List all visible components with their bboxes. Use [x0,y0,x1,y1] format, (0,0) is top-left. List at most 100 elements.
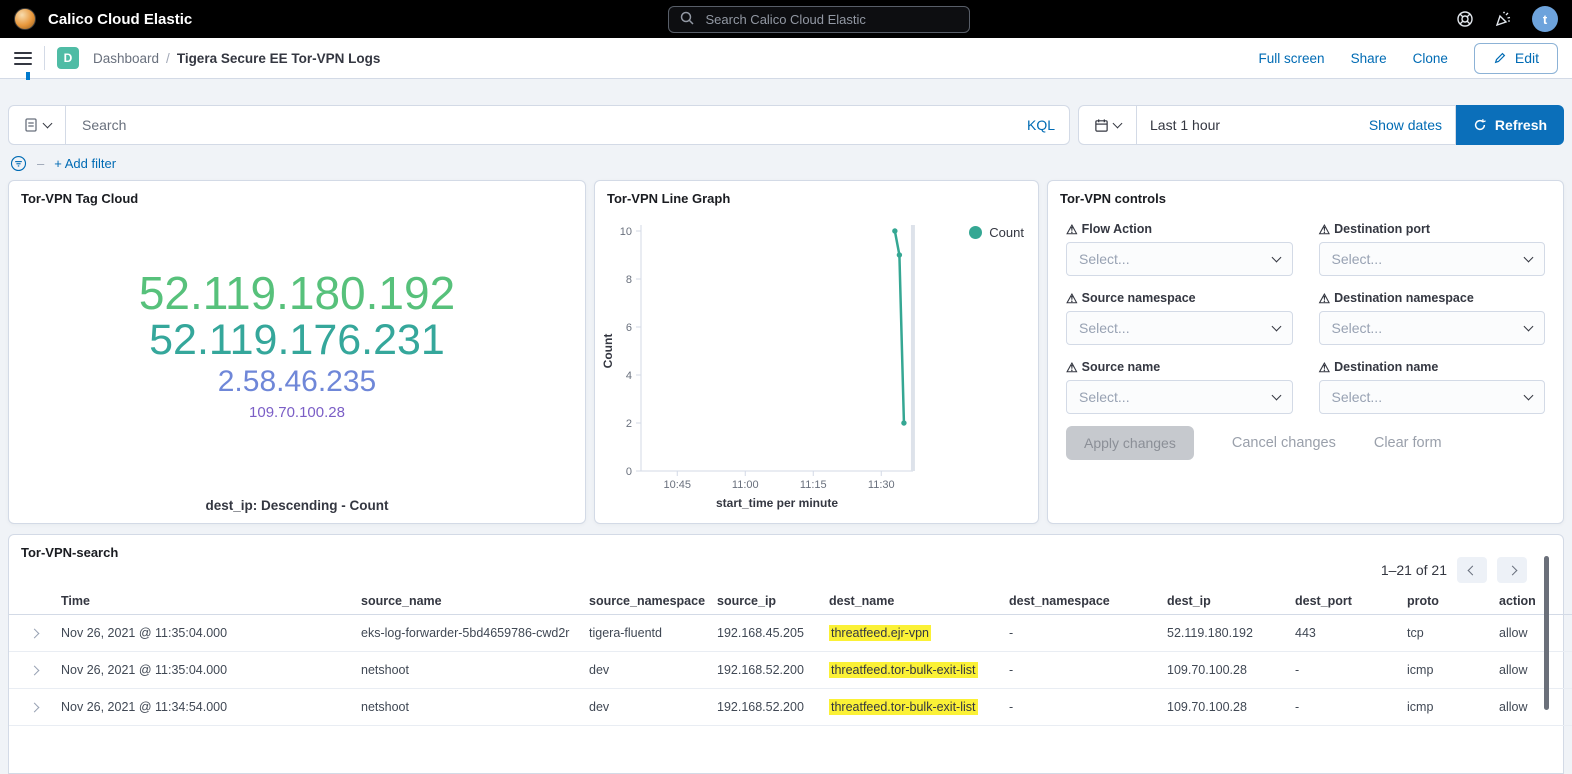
panel-controls: Tor-VPN controls ⚠Flow Action Select... … [1047,180,1564,524]
dashboard-app-badge[interactable]: D [57,47,79,69]
panel-tag-cloud: Tor-VPN Tag Cloud 52.119.180.192 52.119.… [8,180,586,524]
svg-text:11:00: 11:00 [732,479,759,491]
col-dest-ip[interactable]: dest_ip [1159,588,1287,615]
breadcrumb-bar: D Dashboard / Tigera Secure EE Tor-VPN Log… [0,38,1572,79]
tag-3[interactable]: 2.58.46.235 [218,366,376,398]
tag-2[interactable]: 52.119.176.231 [149,318,445,364]
highlighted-dest-name: threatfeed.tor-bulk-exit-list [829,699,978,715]
svg-text:6: 6 [626,322,632,334]
loading-indicator [26,72,30,80]
svg-text:2: 2 [626,418,632,430]
apply-changes-button[interactable]: Apply changes [1066,426,1194,460]
svg-text:Count: Count [601,334,615,369]
col-dest-port[interactable]: dest_port [1287,588,1399,615]
svg-text:0: 0 [626,466,632,478]
time-range-value[interactable]: Last 1 hour [1137,117,1233,133]
full-screen-button[interactable]: Full screen [1259,51,1325,66]
chevron-down-icon [43,119,53,129]
legend-dot-icon [969,226,982,239]
user-avatar[interactable]: t [1532,6,1558,32]
results-table: Time source_name source_namespace source… [9,588,1572,726]
col-time[interactable]: Time [53,588,353,615]
row-expander[interactable] [9,652,53,689]
prev-page-button[interactable] [1457,557,1487,583]
saved-query-icon [23,117,39,133]
add-filter-button[interactable]: + Add filter [54,156,116,171]
chevron-down-icon [1271,322,1281,332]
col-source-ip[interactable]: source_ip [709,588,821,615]
destination-name-select[interactable]: Select... [1319,380,1546,414]
page-title: Tigera Secure EE Tor-VPN Logs [177,51,381,66]
date-picker-menu-button[interactable] [1079,106,1137,144]
divider [44,46,45,70]
destination-namespace-select[interactable]: Select... [1319,311,1546,345]
global-header: Calico Cloud Elastic t [0,0,1572,38]
menu-icon[interactable] [14,52,32,65]
destination-port-select[interactable]: Select... [1319,242,1546,276]
col-source-name[interactable]: source_name [353,588,581,615]
clear-form-button[interactable]: Clear form [1374,435,1442,451]
kql-language-button[interactable]: KQL [1017,117,1055,133]
highlighted-dest-name: threatfeed.tor-bulk-exit-list [829,662,978,678]
line-chart-svg: 024681010:4511:0011:1511:30start_time pe… [601,213,1030,515]
breadcrumb-dashboard[interactable]: Dashboard [93,51,159,66]
tag-4[interactable]: 109.70.100.28 [249,405,345,421]
tag-cloud: 52.119.180.192 52.119.176.231 2.58.46.23… [9,269,585,421]
table-row: Nov 26, 2021 @ 11:35:04.000 netshoot dev… [9,652,1572,689]
control-field-flow-action: ⚠Flow Action Select... [1066,222,1293,276]
col-dest-namespace[interactable]: dest_namespace [1001,588,1159,615]
warning-icon: ⚠ [1066,223,1078,236]
global-search-input[interactable] [704,11,960,28]
filter-dash: – [37,156,44,171]
col-action[interactable]: action [1491,588,1572,615]
col-proto[interactable]: proto [1399,588,1491,615]
control-field-source-name: ⚠Source name Select... [1066,360,1293,414]
refresh-button[interactable]: Refresh [1456,105,1564,145]
table-row: Nov 26, 2021 @ 11:35:04.000 eks-log-forw… [9,615,1572,652]
cancel-changes-button[interactable]: Cancel changes [1232,435,1336,451]
clone-button[interactable]: Clone [1413,51,1448,66]
edit-button[interactable]: Edit [1474,43,1558,74]
global-search[interactable] [668,6,970,33]
row-expander[interactable] [9,615,53,652]
chevron-right-icon [30,666,40,676]
chevron-down-icon [1524,391,1534,401]
table-row: Nov 26, 2021 @ 11:34:54.000 netshoot dev… [9,689,1572,726]
chevron-right-icon [30,703,40,713]
kql-search-input[interactable] [80,116,1017,134]
saved-query-menu-button[interactable] [8,105,66,145]
row-expander[interactable] [9,689,53,726]
panel-search-table: Tor-VPN-search 1–21 of 21 Time source_na… [8,534,1564,774]
source-name-select[interactable]: Select... [1066,380,1293,414]
flow-action-select[interactable]: Select... [1066,242,1293,276]
tag-cloud-caption: dest_ip: Descending - Count [9,498,585,513]
chevron-down-icon [1524,322,1534,332]
newsfeed-icon[interactable] [1494,10,1512,28]
breadcrumb: Dashboard / Tigera Secure EE Tor-VPN Logs [93,51,380,66]
chevron-down-icon [1113,119,1123,129]
show-dates-button[interactable]: Show dates [1369,117,1455,133]
kql-search-box[interactable]: KQL [66,105,1070,145]
app-title: Calico Cloud Elastic [48,11,192,28]
help-icon[interactable] [1456,10,1474,28]
breadcrumb-separator: / [166,51,170,66]
vertical-scrollbar[interactable] [1544,556,1549,710]
filter-icon[interactable] [10,155,27,172]
warning-icon: ⚠ [1319,292,1331,305]
chevron-down-icon [1271,391,1281,401]
calico-logo [14,8,36,30]
next-page-button[interactable] [1497,557,1527,583]
col-source-namespace[interactable]: source_namespace [581,588,709,615]
control-field-destination-name: ⚠Destination name Select... [1319,360,1546,414]
panel-title: Tor-VPN controls [1048,181,1563,206]
tag-1[interactable]: 52.119.180.192 [139,269,455,318]
filter-bar: – + Add filter [10,153,1564,173]
col-dest-name[interactable]: dest_name [821,588,1001,615]
svg-text:4: 4 [626,370,632,382]
chart-legend[interactable]: Count [969,225,1024,240]
line-chart: 024681010:4511:0011:1511:30start_time pe… [601,213,1030,520]
source-namespace-select[interactable]: Select... [1066,311,1293,345]
svg-text:11:30: 11:30 [868,479,895,491]
chevron-down-icon [1271,253,1281,263]
share-button[interactable]: Share [1351,51,1387,66]
